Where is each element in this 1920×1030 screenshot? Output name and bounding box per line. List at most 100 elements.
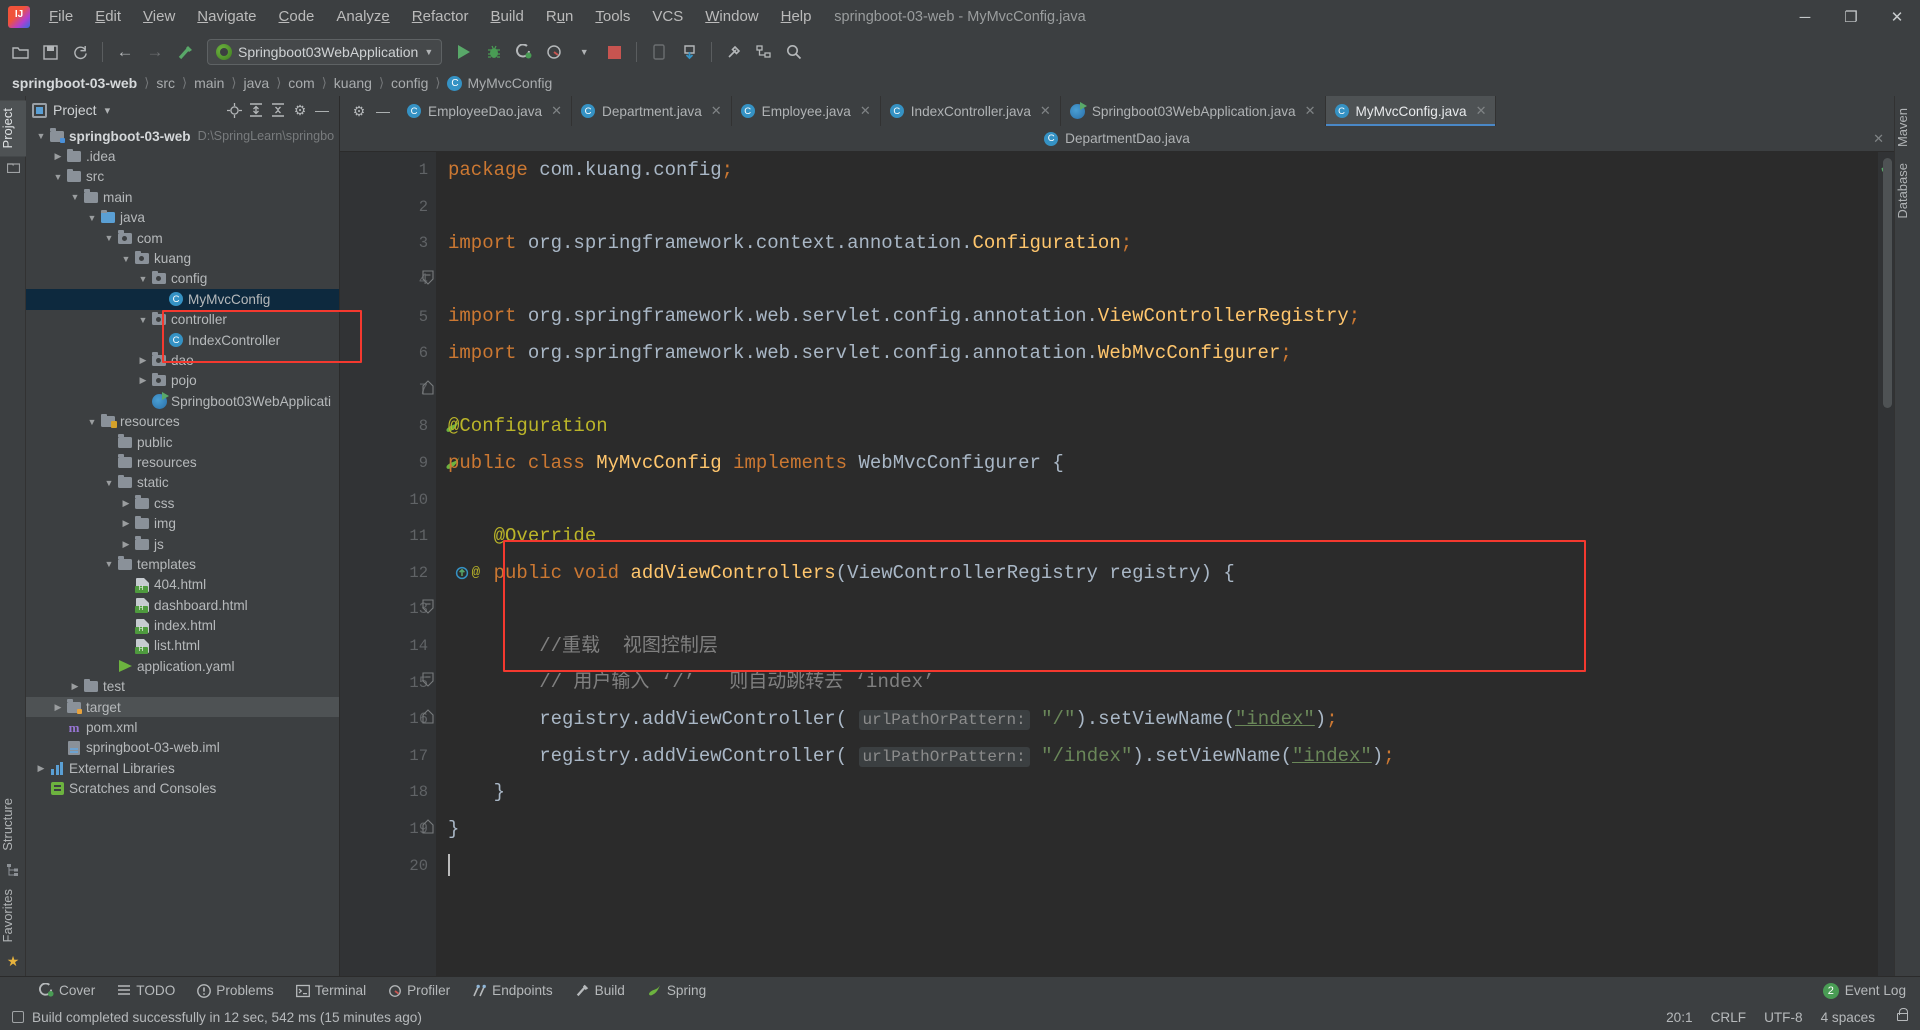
code-line[interactable] [448,481,1878,518]
tree-node-springboot03webapplicati[interactable]: Springboot03WebApplicati [26,391,339,411]
stop-icon[interactable] [600,38,628,66]
line-separator[interactable]: CRLF [1711,1010,1747,1025]
bottom-button-todo[interactable]: TODO [108,979,184,1003]
debug-icon[interactable] [480,38,508,66]
chevron-right-icon[interactable]: ▶ [68,681,82,692]
update-project-icon[interactable] [675,38,703,66]
indent-setting[interactable]: 4 spaces [1821,1010,1875,1025]
unlocked-icon[interactable] [1897,1008,1908,1021]
project-tree[interactable]: ▼ springboot-03-web D:\SpringLearn\springb… [26,124,339,976]
editor-scrollbar-thumb[interactable] [1883,158,1892,408]
chevron-right-icon[interactable]: ▶ [51,702,65,713]
tree-node-scratches-and-consoles[interactable]: Scratches and Consoles [26,779,339,799]
chevron-right-icon[interactable]: ▶ [136,375,150,386]
chevron-down-icon[interactable]: ▼ [102,478,116,488]
code-line[interactable]: // 用户输入 ‘/’ 则自动跳转去 ‘index’ [448,664,1878,701]
bottom-button-profiler[interactable]: Profiler [379,979,459,1003]
back-icon[interactable]: ← [111,38,139,66]
bottom-button-terminal[interactable]: Terminal [287,979,375,1003]
code-line[interactable]: public class MyMvcConfig implements WebM… [448,445,1878,482]
chevron-right-icon[interactable]: ▶ [119,498,133,509]
tab-mymvcconfig-java[interactable]: C MyMvcConfig.java ✕ [1325,96,1497,126]
chevron-down-icon[interactable]: ▼ [51,172,65,182]
caret-position[interactable]: 20:1 [1666,1010,1692,1025]
tree-node-dao[interactable]: ▶ dao [26,350,339,370]
tree-node-main[interactable]: ▼ main [26,187,339,207]
bottom-button-spring[interactable]: Spring [638,979,715,1003]
bottom-button-cover[interactable]: Cover [30,979,104,1003]
tree-node-kuang[interactable]: ▼ kuang [26,248,339,268]
chevron-right-icon[interactable]: ▶ [51,151,65,162]
menu-run[interactable]: Run [535,0,585,34]
tree-node-external-libraries[interactable]: ▶ External Libraries [26,758,339,778]
chevron-down-icon[interactable]: ▼ [102,559,116,569]
code-line[interactable] [448,591,1878,628]
menu-view[interactable]: View [132,0,186,34]
tab-employeedao-java[interactable]: C EmployeeDao.java ✕ [398,96,573,126]
code-content[interactable]: package com.kuang.config; import org.spr… [436,152,1878,976]
hammer-build-icon[interactable] [171,38,199,66]
tree-node-mymvcconfig[interactable]: C MyMvcConfig [26,289,339,310]
chevron-down-icon[interactable]: ▼ [102,233,116,243]
tree-node-controller[interactable]: ▼ controller [26,310,339,330]
rail-button-favorites[interactable]: Favorites [0,881,26,950]
star-icon[interactable]: ★ [0,950,26,972]
menu-vcs[interactable]: VCS [641,0,694,34]
chevron-down-icon-project[interactable]: ▾ [105,104,111,117]
marker-bar[interactable]: ✔ [1878,152,1894,976]
tab-indexcontroller-java[interactable]: C IndexController.java ✕ [880,96,1061,126]
menu-window[interactable]: Window [694,0,769,34]
menu-tools[interactable]: Tools [584,0,641,34]
hide-icon-tabs[interactable]: — [372,100,394,122]
close-icon[interactable]: ✕ [1040,103,1051,119]
chevron-right-icon[interactable]: ▶ [136,355,150,366]
breadcrumb-item-3[interactable]: java [244,75,270,91]
rail-button-project[interactable]: Project [0,100,26,157]
menu-navigate[interactable]: Navigate [186,0,267,34]
chevron-down-icon[interactable]: ▼ [136,274,150,284]
tab-department-java[interactable]: C Department.java ✕ [572,96,732,126]
menu-build[interactable]: Build [479,0,534,34]
tree-node-public[interactable]: public [26,432,339,452]
sync-icon[interactable] [66,38,94,66]
device-manager-icon[interactable] [645,38,673,66]
bottom-button-build[interactable]: Build [566,979,634,1003]
chevron-down-icon-profile[interactable]: ▼ [570,38,598,66]
tree-node--idea[interactable]: ▶ .idea [26,146,339,166]
code-line[interactable]: import org.springframework.web.servlet.c… [448,298,1878,335]
breadcrumb-item-7[interactable]: MyMvcConfig [467,75,552,91]
close-icon[interactable]: ✕ [1476,103,1487,119]
code-line[interactable]: public void addViewControllers(ViewContr… [448,555,1878,592]
code-line[interactable] [448,262,1878,299]
structure-icon[interactable] [750,38,778,66]
chevron-down-icon[interactable]: ▼ [136,315,150,325]
commit-icon[interactable] [0,156,26,178]
minimize-button[interactable]: ─ [1782,0,1828,34]
forward-icon[interactable]: → [141,38,169,66]
tree-node-springboot-03-web[interactable]: ▼ springboot-03-web D:\SpringLearn\springb… [26,126,339,146]
bottom-button-endpoints[interactable]: Endpoints [463,979,561,1003]
line-number-gutter[interactable]: 1 2 3 4 5 6 7 8 9 10 11 12 @13 14 15 16 17 18 19 20 [340,152,480,976]
close-icon[interactable]: ✕ [860,103,871,119]
search-everywhere-icon[interactable] [780,38,808,66]
code-line[interactable]: registry.addViewController( urlPathOrPat… [448,701,1878,738]
tree-node-config[interactable]: ▼ config [26,269,339,289]
chevron-down-icon[interactable]: ▼ [68,192,82,202]
run-icon[interactable] [450,38,478,66]
close-icon[interactable]: ✕ [1873,131,1884,147]
tree-node-indexcontroller[interactable]: C IndexController [26,330,339,350]
breadcrumb-item-4[interactable]: com [288,75,314,91]
code-line[interactable]: registry.addViewController( urlPathOrPat… [448,738,1878,775]
tree-node-static[interactable]: ▼ static [26,473,339,493]
menu-code[interactable]: Code [268,0,326,34]
chevron-down-icon[interactable]: ▼ [85,213,99,223]
rail-button-database[interactable]: Database [1895,155,1920,227]
tree-node-css[interactable]: ▶ css [26,493,339,513]
expand-all-icon[interactable] [245,99,267,121]
close-icon[interactable]: ✕ [711,103,722,119]
code-line[interactable] [448,847,1878,884]
code-line[interactable]: } [448,774,1878,811]
bottom-button-problems[interactable]: Problems [188,979,282,1003]
hide-icon[interactable]: — [311,99,333,121]
code-line[interactable] [448,372,1878,409]
